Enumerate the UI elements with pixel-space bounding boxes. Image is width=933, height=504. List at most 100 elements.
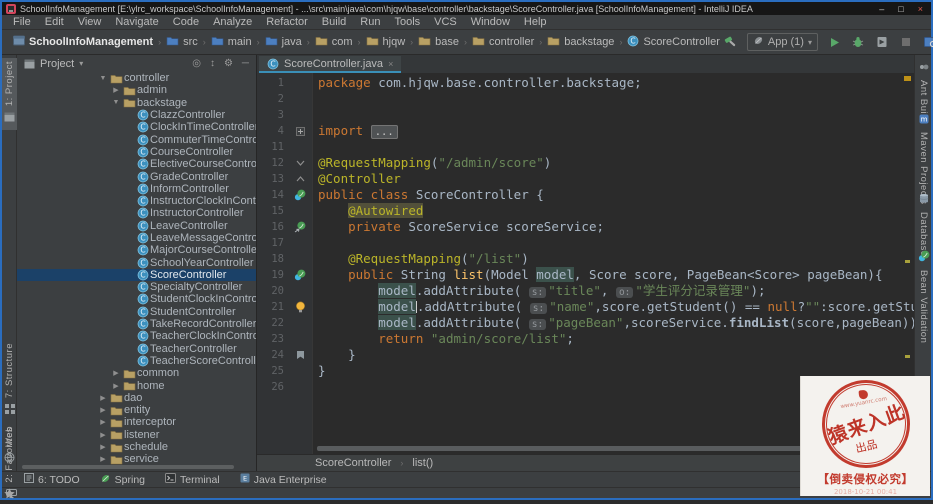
breadcrumb-class[interactable]: ScoreController [315,457,391,469]
tree-item-electivecoursecontroller[interactable]: C ElectiveCourseController [17,158,256,170]
tree-item-interceptor[interactable]: ▶ interceptor [17,416,256,428]
code-line-12[interactable]: 12 @RequestMapping("/admin/score") [257,155,914,171]
breadcrumb-item-main[interactable]: main [208,35,255,49]
tree-item-teacherclockincontroller[interactable]: C TeacherClockInController [17,330,256,342]
menu-item-help[interactable]: Help [517,16,554,28]
tree-closed-arrow[interactable]: ▶ [97,443,109,451]
tree-item-informcontroller[interactable]: C InformController [17,183,256,195]
code-line-24[interactable]: 24 } [257,347,914,363]
tree-item-entity[interactable]: ▶ entity [17,404,256,416]
menu-item-view[interactable]: View [71,16,109,28]
intention-bulb-icon[interactable] [287,299,313,315]
tree-item-clazzcontroller[interactable]: C ClazzController [17,109,256,121]
breadcrumb-item-controller[interactable]: controller [469,35,537,49]
code-line-21[interactable]: 21 model.addAttribute( s: "name",score.ge… [257,299,914,315]
error-stripe-mark[interactable] [905,355,910,358]
project-tree-horizontal-scrollbar[interactable] [22,465,234,469]
tree-item-admin[interactable]: ▶ admin [17,84,256,96]
breadcrumb-item-src[interactable]: src [163,35,201,49]
coverage-button[interactable] [875,35,890,50]
breadcrumb-item-hjqw[interactable]: hjqw [363,35,409,49]
tree-closed-arrow[interactable]: ▶ [97,394,109,402]
tree-item-teachercontroller[interactable]: C TeacherController [17,343,256,355]
tree-item-clockintimecontroller[interactable]: C ClockInTimeController [17,121,256,133]
spring-autowired-icon[interactable] [287,219,313,235]
tree-item-takerecordcontroller[interactable]: C TakeRecordController [17,318,256,330]
code-line-23[interactable]: 23 return "admin/score/list"; [257,331,914,347]
tree-closed-arrow[interactable]: ▶ [110,86,122,94]
fold-down-icon[interactable] [287,155,313,171]
tree-closed-arrow[interactable]: ▶ [97,406,109,414]
code-line-13[interactable]: 13 @Controller [257,171,914,187]
tree-closed-arrow[interactable]: ▶ [97,455,109,463]
run-config-selector[interactable]: App (1) ▾ [746,33,818,51]
stop-button[interactable] [899,35,914,50]
tree-item-listener[interactable]: ▶ listener [17,429,256,441]
minimize-button[interactable]: – [879,4,884,14]
code-line-4[interactable]: 4 import ... [257,123,914,139]
breadcrumb-item-base[interactable]: base [415,35,462,49]
menu-item-analyze[interactable]: Analyze [206,16,259,28]
breadcrumb-item-scorecontroller[interactable]: C ScoreController [624,35,722,50]
tree-closed-arrow[interactable]: ▶ [110,382,122,390]
find-in-path-button[interactable] [923,35,933,50]
menu-item-window[interactable]: Window [464,16,517,28]
tab-scorecontroller-java[interactable]: C ScoreController.java × [259,56,402,73]
code-line-3[interactable]: 3 [257,107,914,123]
menu-item-tools[interactable]: Tools [387,16,427,28]
menu-item-navigate[interactable]: Navigate [108,16,165,28]
fold-expand-icon[interactable] [287,123,313,139]
spring-bean-icon[interactable] [287,267,313,283]
tree-item-leavemessagecontroller[interactable]: C LeaveMessageController [17,232,256,244]
menu-item-run[interactable]: Run [353,16,387,28]
error-stripe-warning-mark[interactable] [904,76,911,81]
tree-item-home[interactable]: ▶ home [17,379,256,392]
tree-open-arrow[interactable]: ▼ [97,75,109,82]
tree-closed-arrow[interactable]: ▶ [97,431,109,439]
tree-item-instructorclockincontroller[interactable]: C InstructorClockInController [17,195,256,207]
tool-button-database[interactable]: Database [915,191,932,257]
tree-item-schoolyearcontroller[interactable]: C SchoolYearController [17,256,256,269]
breadcrumb-item-schoolinfomanagement[interactable]: SchoolInfoManagement [10,35,156,49]
tool-button-terminal[interactable]: Terminal [165,473,220,486]
tree-item-gradecontroller[interactable]: C GradeController [17,170,256,183]
code-line-2[interactable]: 2 [257,91,914,107]
tree-closed-arrow[interactable]: ▶ [110,369,122,377]
tool-button-bean-validation[interactable]: Bean Validation [915,249,932,343]
code-line-19[interactable]: 19 public String list(Model model, Score… [257,267,914,283]
tree-item-commutertimecontroller[interactable]: C CommuterTimeController [17,133,256,146]
tree-item-controller[interactable]: ▼ controller [17,72,256,84]
breadcrumb-item-backstage[interactable]: backstage [544,35,617,49]
hide-panel-icon[interactable]: ─ [242,58,249,69]
project-panel-title[interactable]: Project [40,58,74,70]
code-line-16[interactable]: 16 private ScoreService scoreService; [257,219,914,235]
tool-button-6-todo[interactable]: 6: TODO [24,473,80,486]
tool-button-web[interactable]: Web [2,426,17,468]
tree-open-arrow[interactable]: ▼ [110,99,122,106]
tree-closed-arrow[interactable]: ▶ [97,418,109,426]
menu-item-code[interactable]: Code [166,16,206,28]
chevron-down-icon[interactable]: ▾ [79,59,83,68]
tree-item-service[interactable]: ▶ service [17,453,256,465]
tree-item-teacherscorecontroller[interactable]: C TeacherScoreController [17,355,256,367]
tree-item-dao[interactable]: ▶ dao [17,392,256,404]
maximize-button[interactable]: □ [898,4,903,14]
tool-button-1-project[interactable]: 1: Project [2,58,17,131]
tree-item-common[interactable]: ▶ common [17,367,256,379]
tree-item-backstage[interactable]: ▼ backstage [17,97,256,109]
tree-item-majorcoursecontroller[interactable]: C MajorCourseController [17,244,256,256]
tree-item-schedule[interactable]: ▶ schedule [17,441,256,453]
collapse-all-icon[interactable]: ↕ [210,58,215,69]
build-button[interactable] [723,35,738,50]
breadcrumb-item-com[interactable]: com [312,35,356,49]
tool-button-7-structure[interactable]: 7: Structure [2,343,17,419]
tool-button-java-enterprise[interactable]: E Java Enterprise [240,473,327,486]
bookmark-icon[interactable] [287,347,313,363]
code-line-1[interactable]: 1 package com.hjqw.base.controller.backst… [257,75,914,91]
gear-icon[interactable]: ⚙ [224,58,233,69]
menu-item-edit[interactable]: Edit [38,16,71,28]
menu-item-file[interactable]: File [6,16,38,28]
menu-item-build[interactable]: Build [315,16,353,28]
menu-item-refactor[interactable]: Refactor [259,16,315,28]
spring-bean-icon[interactable] [287,187,313,203]
